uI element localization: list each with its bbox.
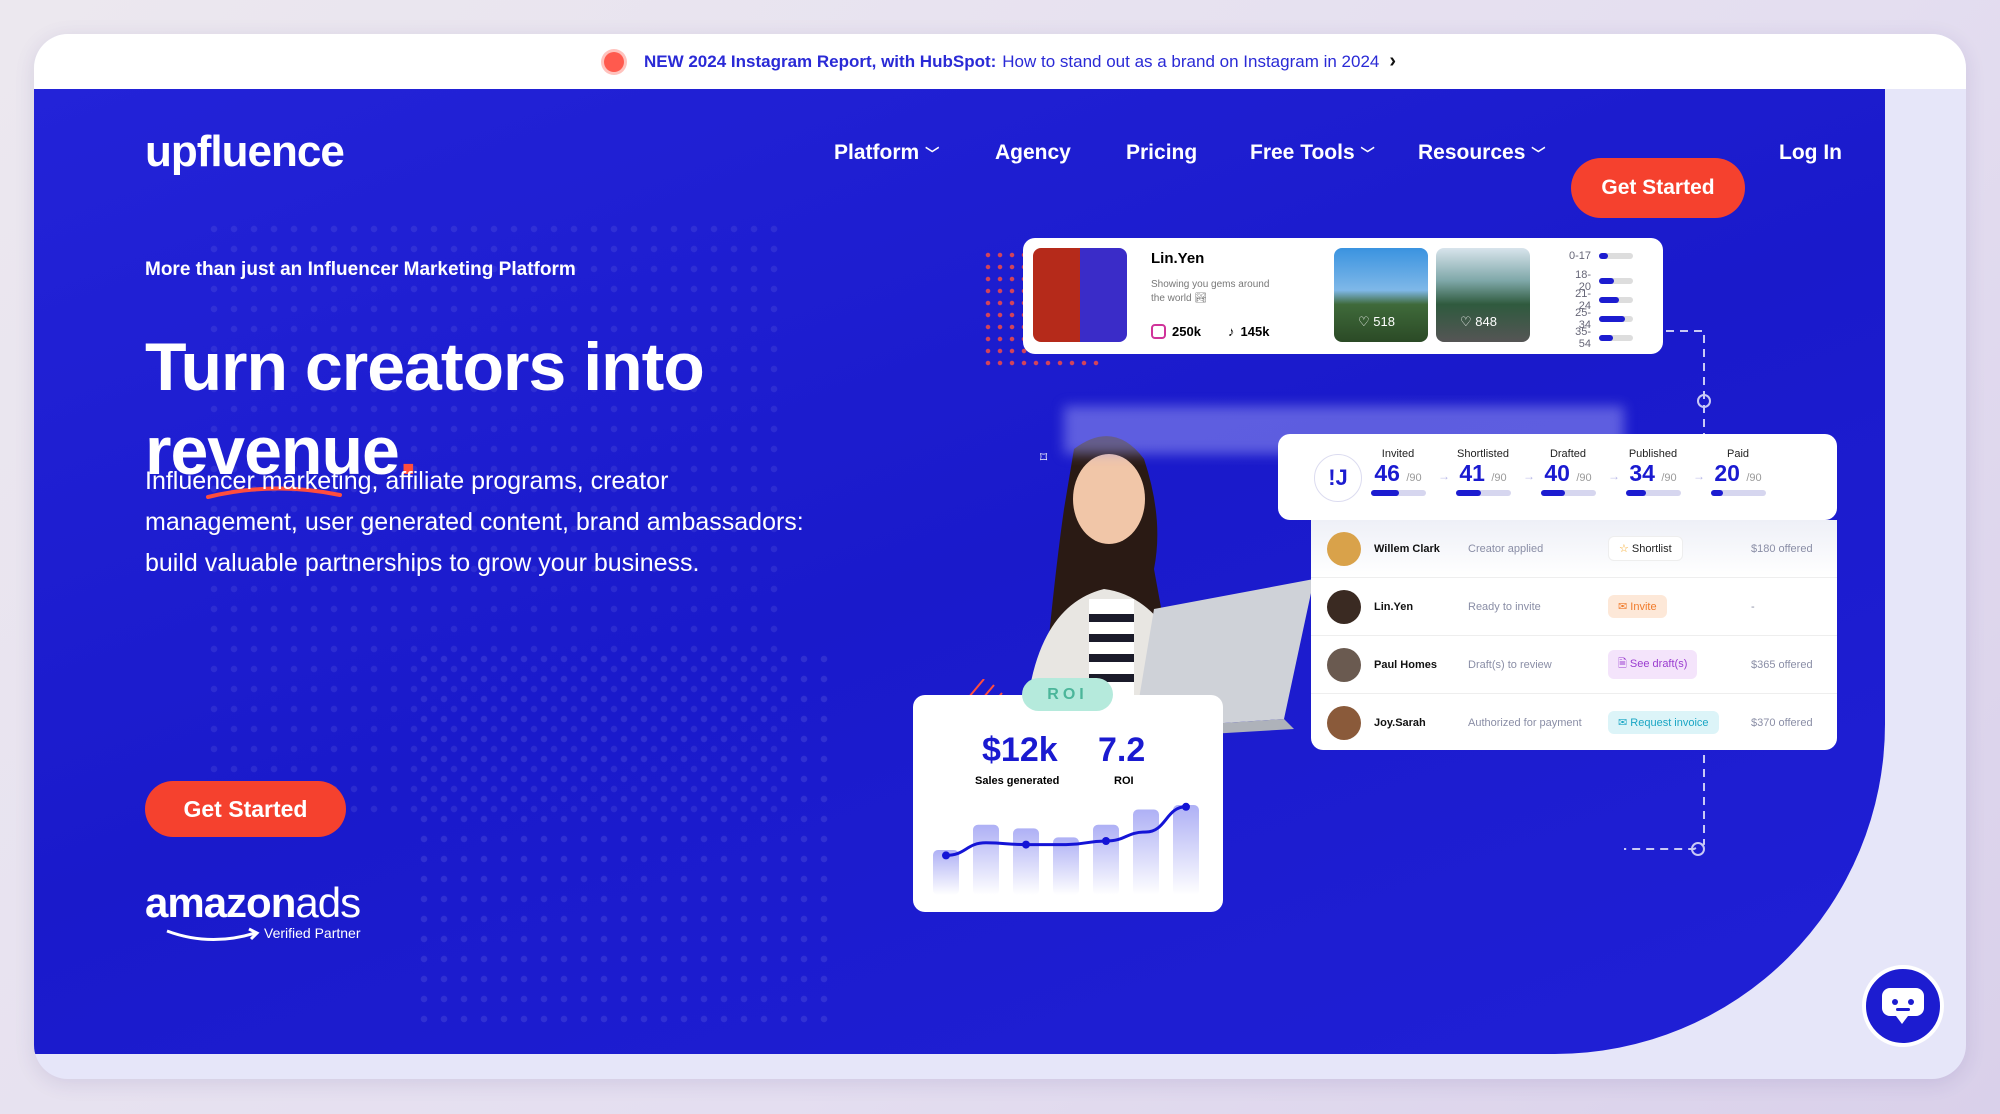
tiktok-count: 145k <box>1240 324 1270 339</box>
login-link[interactable]: Log In <box>1779 141 1842 165</box>
chevron-down-icon: ﹀ <box>925 146 940 162</box>
roi-bar <box>1173 805 1199 895</box>
heart-icon: ♡ <box>1358 314 1374 329</box>
get-started-nav-button[interactable]: Get Started <box>1571 158 1745 218</box>
hero-description: Influencer marketing, affiliate programs… <box>145 467 804 577</box>
chevron-right-icon: › <box>1389 50 1397 72</box>
sales-value: $12k <box>982 731 1058 769</box>
table-row[interactable]: Paul Homes Draft(s) to review 🗎 See draft(… <box>1311 636 1837 694</box>
roi-point <box>1022 840 1030 849</box>
pipeline-stage-drafted[interactable]: Drafted 40 /90 <box>1528 448 1608 496</box>
chevron-down-icon: ﹀ <box>1360 146 1375 162</box>
age-bracket: 0-17 <box>1563 250 1633 262</box>
document-icon: 🗎 <box>1618 658 1630 670</box>
dot-pattern <box>414 649 834 1029</box>
banner-bold: NEW 2024 Instagram Report, with HubSpot: <box>643 51 997 71</box>
tiktok-icon: ♪ <box>1228 324 1235 339</box>
avatar <box>1327 705 1361 740</box>
mail-icon: ✉ <box>1618 601 1631 613</box>
nav-platform[interactable]: Platform ﹀ <box>834 141 939 165</box>
roi-card: $12k Sales generated 7.2 ROI <box>913 695 1223 912</box>
table-row[interactable]: Lin.Yen Ready to invite ✉ Invite - <box>1311 578 1837 636</box>
age-bar <box>1599 335 1633 341</box>
creator-table: Willem Clark Creator applied ☆ Shortlist $1… <box>1311 520 1837 750</box>
instagram-count: 250k <box>1172 324 1201 339</box>
age-bar <box>1599 297 1633 303</box>
creator-profile-card[interactable]: Lin.Yen Showing you gems around the worl… <box>1023 238 1663 354</box>
stage-progress <box>1370 490 1426 496</box>
nav-agency[interactable]: Agency <box>995 141 1071 165</box>
avatar <box>1327 589 1361 624</box>
avatar <box>1327 531 1361 566</box>
pipeline-stage-invited[interactable]: Invited 46 /90 <box>1358 448 1438 496</box>
row-action-button[interactable]: 🗎 See draft(s) <box>1608 650 1698 679</box>
nav-free-tools[interactable]: Free Tools ﹀ <box>1250 141 1375 165</box>
nav-resources[interactable]: Resources ﹀ <box>1418 141 1545 165</box>
roi-bar <box>1133 809 1159 895</box>
stage-progress <box>1540 490 1596 496</box>
roi-bar <box>1093 824 1119 895</box>
get-started-hero-button[interactable]: Get Started <box>145 781 346 837</box>
chat-button[interactable] <box>1862 965 1944 1047</box>
age-bar <box>1599 278 1633 284</box>
creator-bio: Showing you gems around the world 🏞 <box>1151 279 1270 304</box>
roi-label: ROI <box>1114 775 1134 787</box>
roi-value: 7.2 <box>1098 731 1146 769</box>
roi-bar <box>973 824 999 895</box>
roi-bar <box>1013 828 1039 895</box>
table-row[interactable]: Willem Clark Creator applied ☆ Shortlist $1… <box>1311 520 1837 578</box>
age-bar <box>1599 253 1633 259</box>
amazon-ads-badge: amazonads Verified Partner <box>145 879 361 941</box>
sales-label: Sales generated <box>975 775 1060 787</box>
page-frame: NEW 2024 Instagram Report, with HubSpot:… <box>34 34 1966 1079</box>
logo[interactable]: upfluence <box>145 127 345 177</box>
post-thumbnail[interactable]: ♡ 518 <box>1334 248 1428 342</box>
stage-progress <box>1455 490 1511 496</box>
nav-pricing[interactable]: Pricing <box>1126 141 1197 165</box>
roi-pill: ROI <box>1022 678 1113 711</box>
row-action-button[interactable]: ☆ Shortlist <box>1608 536 1683 561</box>
avatar <box>1327 647 1361 682</box>
amazon-smile-icon <box>166 927 260 941</box>
stage-progress <box>1625 490 1681 496</box>
age-bracket: 35-54 <box>1563 326 1633 350</box>
announcement-banner[interactable]: NEW 2024 Instagram Report, with HubSpot:… <box>34 34 1966 89</box>
live-dot-icon <box>603 51 624 72</box>
chevron-down-icon: ﹀ <box>1531 146 1546 162</box>
stage-progress <box>1710 490 1766 496</box>
post-thumbnail[interactable]: ♡ 848 <box>1436 248 1530 342</box>
tagline: More than just an Influencer Marketing P… <box>145 259 576 280</box>
creator-photo <box>1033 248 1127 342</box>
roi-point <box>1102 837 1110 845</box>
heart-icon: ♡ <box>1460 314 1476 329</box>
age-bar <box>1599 316 1633 322</box>
roi-chart <box>933 802 1199 895</box>
sparkle-icon: ⌑ <box>1040 449 1048 465</box>
campaign-pipeline-card[interactable]: !J Invited 46 /90 → Shortlisted 41 /90 → Draft… <box>1278 434 1837 520</box>
roi-point <box>942 851 950 860</box>
row-action-button[interactable]: ✉ Request invoice <box>1608 711 1719 734</box>
pipeline-stage-shortlisted[interactable]: Shortlisted 41 /90 <box>1443 448 1523 496</box>
instagram-icon <box>1151 324 1166 339</box>
creator-name: Lin.Yen <box>1151 250 1205 267</box>
mail-icon: ✉ <box>1618 717 1631 729</box>
chatbot-icon <box>1882 988 1924 1024</box>
pipeline-stage-paid[interactable]: Paid 20 /90 <box>1698 448 1778 496</box>
upfluence-logo-icon: !J <box>1314 454 1362 502</box>
banner-text: How to stand out as a brand on Instagram… <box>1002 51 1380 71</box>
star-icon: ☆ <box>1619 543 1632 555</box>
roi-point <box>1182 802 1190 811</box>
pipeline-stage-published[interactable]: Published 34 /90 <box>1613 448 1693 496</box>
table-row[interactable]: Joy.Sarah Authorized for payment ✉ Request… <box>1311 694 1837 750</box>
row-action-button[interactable]: ✉ Invite <box>1608 595 1667 618</box>
